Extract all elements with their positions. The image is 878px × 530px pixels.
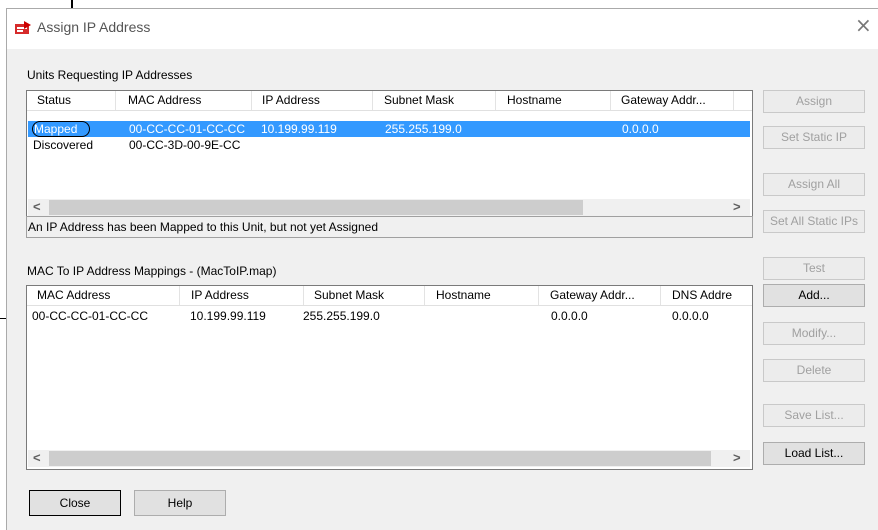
modify-button[interactable]: Modify... <box>763 322 865 345</box>
col-status[interactable]: Status <box>37 93 71 107</box>
close-button[interactable]: Close <box>29 490 121 516</box>
add-button[interactable]: Add... <box>763 284 865 307</box>
network-card-icon <box>15 21 31 34</box>
unit-subnet: 255.255.199.0 <box>385 122 462 136</box>
status-message: An IP Address has been Mapped to this Un… <box>28 220 379 234</box>
unit-mac: 00-CC-CC-01-CC-CC <box>129 122 246 136</box>
col-hostname[interactable]: Hostname <box>507 93 562 107</box>
col-dns[interactable]: DNS Addre <box>672 288 732 302</box>
units-header: Status MAC Address IP Address Subnet Mas… <box>27 91 752 111</box>
load-list-button[interactable]: Load List... <box>763 442 865 465</box>
col-ip[interactable]: IP Address <box>191 288 249 302</box>
assign-ip-dialog: Assign IP Address × Units Requesting IP … <box>6 8 878 530</box>
scroll-right-arrow[interactable]: > <box>733 450 741 465</box>
units-listview[interactable]: Status MAC Address IP Address Subnet Mas… <box>26 90 753 219</box>
test-button[interactable]: Test <box>763 257 865 280</box>
units-hscrollbar[interactable]: < > <box>28 199 750 216</box>
save-list-button[interactable]: Save List... <box>763 404 865 427</box>
col-ip[interactable]: IP Address <box>262 93 320 107</box>
title-bar: Assign IP Address × <box>7 9 878 49</box>
status-message-box: An IP Address has been Mapped to this Un… <box>26 216 753 238</box>
mappings-caption: MAC To IP Address Mappings - (MacToIP.ma… <box>27 264 277 278</box>
scroll-thumb[interactable] <box>49 451 711 466</box>
delete-button[interactable]: Delete <box>763 359 865 382</box>
col-subnet[interactable]: Subnet Mask <box>314 288 384 302</box>
window-title: Assign IP Address <box>37 19 151 35</box>
scroll-right-arrow[interactable]: > <box>733 199 741 214</box>
col-hostname[interactable]: Hostname <box>436 288 491 302</box>
mapping-subnet: 255.255.199.0 <box>303 309 380 323</box>
mapping-ip: 10.199.99.119 <box>190 309 266 323</box>
unit-ip: 10.199.99.119 <box>261 122 337 136</box>
unit-row[interactable]: Discovered 00-CC-3D-00-9E-CC <box>28 137 750 153</box>
mapping-mac: 00-CC-CC-01-CC-CC <box>32 309 149 323</box>
unit-gateway: 0.0.0.0 <box>622 122 659 136</box>
assign-button[interactable]: Assign <box>763 90 865 113</box>
col-subnet[interactable]: Subnet Mask <box>384 93 454 107</box>
scroll-thumb[interactable] <box>49 200 583 215</box>
close-icon[interactable]: × <box>855 15 872 35</box>
scroll-left-arrow[interactable]: < <box>33 199 41 214</box>
mappings-hscrollbar[interactable]: < > <box>28 450 750 467</box>
mapping-row[interactable]: 00-CC-CC-01-CC-CC 10.199.99.119 255.255.… <box>28 308 750 324</box>
unit-status: Discovered <box>33 138 94 152</box>
col-mac[interactable]: MAC Address <box>128 93 201 107</box>
help-button[interactable]: Help <box>134 490 226 516</box>
set-all-static-ips-button[interactable]: Set All Static IPs <box>763 210 865 233</box>
scroll-left-arrow[interactable]: < <box>33 450 41 465</box>
unit-row[interactable]: Mapped 00-CC-CC-01-CC-CC 10.199.99.119 2… <box>28 121 750 137</box>
unit-mac: 00-CC-3D-00-9E-CC <box>129 138 241 152</box>
set-static-ip-button[interactable]: Set Static IP <box>763 126 865 149</box>
unit-status: Mapped <box>32 121 91 137</box>
mapping-dns: 0.0.0.0 <box>672 309 709 323</box>
assign-all-button[interactable]: Assign All <box>763 173 865 196</box>
mapping-gateway: 0.0.0.0 <box>551 309 588 323</box>
mappings-listview[interactable]: MAC Address IP Address Subnet Mask Hostn… <box>26 285 753 470</box>
mappings-header: MAC Address IP Address Subnet Mask Hostn… <box>27 286 752 306</box>
col-gateway[interactable]: Gateway Addr... <box>550 288 635 302</box>
col-gateway[interactable]: Gateway Addr... <box>621 93 706 107</box>
col-mac[interactable]: MAC Address <box>37 288 110 302</box>
units-caption: Units Requesting IP Addresses <box>27 68 193 82</box>
